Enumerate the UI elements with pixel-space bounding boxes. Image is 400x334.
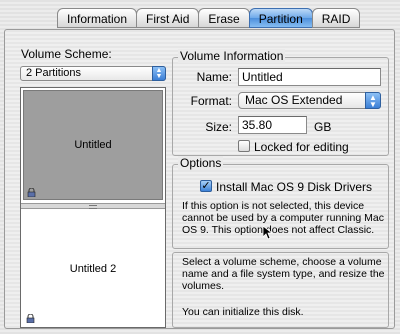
format-value: Mac OS Extended	[245, 93, 343, 107]
options-description: If this option is not selected, this dev…	[182, 200, 387, 236]
partition-map: Untitled Untitled 2	[20, 87, 166, 328]
help-text-line: volumes.	[182, 280, 225, 292]
volume-scheme-value: 2 Partitions	[26, 67, 82, 79]
options-description-line: If this option is not selected, this dev…	[182, 200, 365, 212]
lock-icon	[27, 188, 36, 197]
volume-scheme-label: Volume Scheme:	[21, 47, 112, 61]
volume-scheme-select[interactable]: 2 Partitions ▲ ▼	[20, 66, 166, 81]
install-os9-drivers-label: Install Mac OS 9 Disk Drivers	[216, 180, 373, 194]
chevron-updown-icon: ▲ ▼	[152, 66, 166, 81]
options-title: Options	[178, 156, 224, 170]
tab-partition[interactable]: Partition	[248, 8, 313, 28]
format-label: Format:	[190, 94, 232, 108]
partition-2-label: Untitled 2	[69, 262, 117, 275]
mouse-pointer-icon	[263, 226, 273, 240]
locked-checkbox[interactable]	[238, 140, 250, 152]
size-label: Size:	[205, 120, 232, 134]
tab-erase[interactable]: Erase	[198, 8, 250, 28]
format-select[interactable]: Mac OS Extended ▲ ▼	[238, 92, 381, 109]
tab-first-aid[interactable]: First Aid	[136, 8, 200, 28]
name-field[interactable]: Untitled	[238, 68, 381, 86]
volume-information-title: Volume Information	[178, 49, 286, 63]
partition-1[interactable]: Untitled	[23, 90, 163, 200]
install-os9-drivers-checkbox[interactable]: ✓	[200, 180, 212, 192]
tab-information[interactable]: Information	[57, 8, 138, 28]
partition-resize-handle[interactable]	[21, 203, 165, 209]
help-text: Select a volume scheme, choose a volume …	[182, 256, 387, 292]
lock-icon	[26, 314, 35, 323]
partition-2[interactable]: Untitled 2	[23, 212, 163, 325]
size-field[interactable]: 35.80	[238, 116, 307, 134]
options-description-line: OS 9. This option does not affect Classi…	[182, 224, 375, 236]
partition-1-label: Untitled	[74, 139, 112, 151]
tab-bar: Information First Aid Erase Partition RA…	[57, 8, 361, 30]
options-description-line: cannot be used by a computer running Mac	[182, 212, 384, 224]
help-text-line: name and a file system type, and resize …	[182, 268, 385, 280]
help-text-line: Select a volume scheme, choose a volume	[182, 256, 382, 268]
chevron-updown-icon: ▲ ▼	[365, 92, 381, 109]
size-unit: GB	[314, 120, 332, 134]
name-label: Name:	[196, 70, 232, 84]
tab-raid[interactable]: RAID	[311, 8, 361, 28]
status-text: You can initialize this disk.	[182, 306, 304, 318]
locked-label: Locked for editing	[254, 140, 349, 154]
